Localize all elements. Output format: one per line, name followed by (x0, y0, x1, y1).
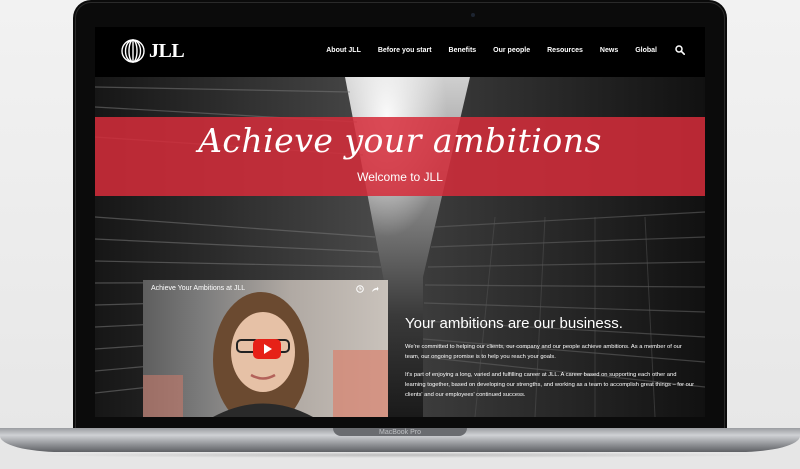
nav-item-our-people[interactable]: Our people (493, 47, 530, 54)
video-title: Achieve Your Ambitions at JLL (151, 285, 246, 292)
brand-name: JLL (149, 39, 185, 62)
nav-item-global[interactable]: Global (635, 47, 657, 54)
top-nav: JLL About JLL Before you start Benefits … (95, 27, 705, 77)
play-icon[interactable] (253, 339, 281, 359)
main-menu: About JLL Before you start Benefits Our … (326, 47, 657, 54)
nav-item-about[interactable]: About JLL (326, 47, 361, 54)
camera-icon (471, 13, 475, 17)
nav-item-before-you-start[interactable]: Before you start (378, 47, 432, 54)
jll-logo-icon (121, 39, 145, 63)
hero-title: Achieve your ambitions (198, 121, 602, 160)
nav-item-resources[interactable]: Resources (547, 47, 583, 54)
search-icon[interactable] (675, 45, 685, 55)
intro-copy: Your ambitions are our business. We're c… (405, 315, 695, 408)
hero-banner: Achieve your ambitions Welcome to JLL (95, 117, 705, 196)
section-heading: Your ambitions are our business. (405, 315, 623, 332)
video-controls (356, 285, 379, 293)
clock-icon[interactable] (356, 285, 364, 293)
video-player[interactable]: Achieve Your Ambitions at JLL (143, 280, 388, 417)
intro-paragraph-2: It's part of enjoying a long, varied and… (405, 372, 695, 398)
device-shadow (20, 452, 780, 458)
jll-logo[interactable]: JLL (120, 38, 185, 64)
hero-subtitle: Welcome to JLL (357, 170, 443, 184)
intro-paragraph-1: We're committed to helping our clients, … (405, 344, 682, 360)
nav-item-news[interactable]: News (600, 47, 618, 54)
device-mockup: JLL About JLL Before you start Benefits … (0, 0, 800, 469)
share-icon[interactable] (371, 285, 379, 293)
browser-screen: JLL About JLL Before you start Benefits … (95, 27, 705, 417)
nav-item-benefits[interactable]: Benefits (449, 47, 477, 54)
device-label: MacBook Pro (378, 429, 422, 436)
hero-section: Achieve your ambitions Welcome to JLL Ac… (95, 77, 705, 417)
